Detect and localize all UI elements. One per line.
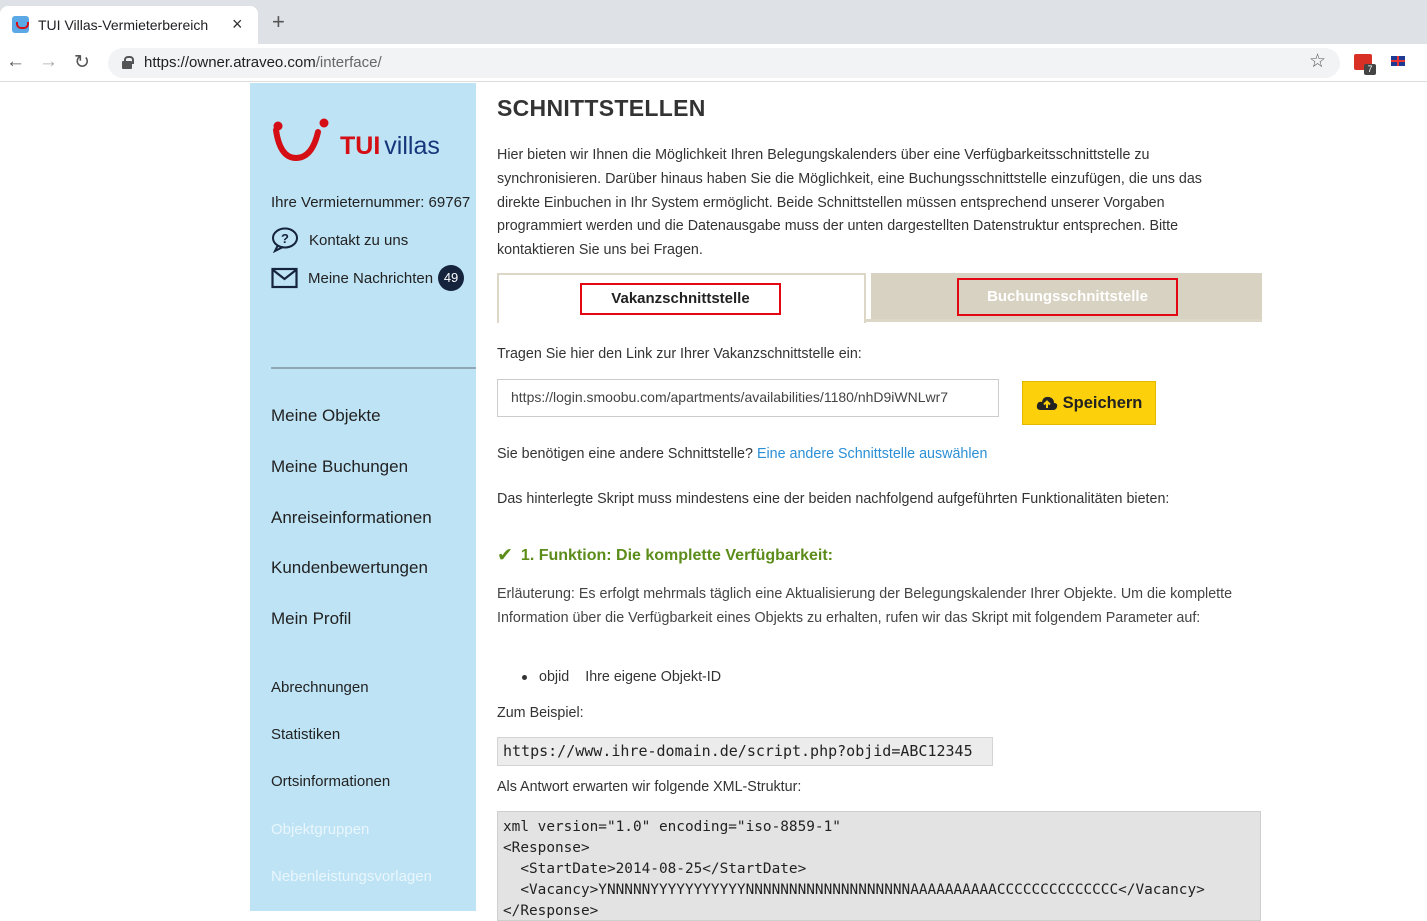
other-interface-link[interactable]: Eine andere Schnittstelle auswählen bbox=[757, 446, 988, 462]
contact-link[interactable]: ? Kontakt zu uns bbox=[271, 227, 408, 253]
sidebar-item-buchungen[interactable]: Meine Buchungen bbox=[271, 457, 408, 477]
tab-underline bbox=[865, 319, 1262, 322]
vacancy-interface-url-input[interactable]: https://login.smoobu.com/apartments/avai… bbox=[497, 379, 999, 417]
tab-buchungsschnittstelle-label[interactable]: Buchungsschnittstelle bbox=[957, 278, 1178, 316]
star-icon[interactable]: ☆ bbox=[1309, 50, 1326, 73]
sidebar-item-statistiken[interactable]: Statistiken bbox=[271, 726, 340, 743]
contact-label: Kontakt zu uns bbox=[309, 231, 409, 249]
logo-tui: TUI bbox=[340, 132, 381, 160]
function-heading-label: 1. Funktion: Die komplette Verfügbarkeit… bbox=[520, 546, 833, 564]
back-arrow-icon[interactable]: ← bbox=[6, 51, 25, 73]
sidebar-item-objekte[interactable]: Meine Objekte bbox=[271, 406, 381, 426]
uk-flag-extension-icon[interactable] bbox=[1391, 56, 1405, 66]
browser-tab[interactable]: TUI Villas-Vermieterbereich × bbox=[0, 6, 258, 44]
extension-icon[interactable]: 7 bbox=[1354, 54, 1376, 75]
sidebar-item-kundenbewertungen[interactable]: Kundenbewertungen bbox=[271, 558, 428, 578]
reload-icon[interactable]: ↻ bbox=[74, 51, 90, 74]
extension-badge: 7 bbox=[1364, 64, 1376, 75]
address-bar[interactable]: https://owner.atraveo.com/interface/ ☆ bbox=[108, 48, 1340, 78]
parameter-description: Ihre eigene Objekt-ID bbox=[585, 669, 722, 685]
sidebar-item-abrechnungen[interactable]: Abrechnungen bbox=[271, 679, 369, 696]
browser-toolbar: ← → ↻ https://owner.atraveo.com/interfac… bbox=[0, 44, 1427, 82]
messages-link[interactable]: Meine Nachrichten 49 bbox=[271, 265, 465, 291]
tui-smile-logo-icon bbox=[273, 118, 329, 162]
new-tab-icon[interactable]: + bbox=[272, 11, 285, 33]
browser-tab-bar: TUI Villas-Vermieterbereich × + bbox=[0, 0, 1427, 44]
save-button[interactable]: Speichern bbox=[1022, 381, 1156, 425]
sidebar-item-profil[interactable]: Mein Profil bbox=[271, 609, 351, 629]
link-field-label: Tragen Sie hier den Link zur Ihrer Vakan… bbox=[497, 346, 862, 362]
close-tab-icon[interactable]: × bbox=[232, 14, 243, 35]
sidebar-divider bbox=[271, 367, 476, 369]
xml-line: xml version="1.0" encoding="iso-8859-1" bbox=[503, 819, 841, 835]
xml-line: <StartDate>2014-08-25</StartDate> bbox=[503, 861, 807, 877]
script-requirement-note: Das hinterlegte Skript muss mindestens e… bbox=[497, 491, 1170, 507]
sidebar: TUI villas Ihre Vermieternummer: 69767 ? … bbox=[250, 83, 476, 911]
question-bubble-icon: ? bbox=[272, 227, 298, 253]
answer-label: Als Antwort erwarten wir folgende XML-St… bbox=[497, 779, 802, 795]
parameter-name: objid bbox=[539, 669, 570, 685]
sidebar-item-anreiseinformationen[interactable]: Anreiseinformationen bbox=[271, 508, 432, 528]
messages-count-badge: 49 bbox=[438, 265, 465, 291]
other-interface-line: Sie benötigen eine andere Schnittstelle?… bbox=[497, 446, 987, 462]
logo-wordmark: TUI villas bbox=[340, 132, 440, 161]
cloud-upload-icon bbox=[1036, 396, 1057, 410]
bullet-dot bbox=[522, 674, 527, 680]
xml-line: </Response> bbox=[503, 903, 599, 919]
url-path: /interface/ bbox=[315, 54, 382, 71]
intro-text: Hier bieten wir Ihnen die Möglichkeit Ih… bbox=[497, 147, 1202, 259]
sidebar-item-objektgruppen: Objektgruppen bbox=[271, 821, 370, 838]
xml-code-block: xml version="1.0" encoding="iso-8859-1" <… bbox=[497, 811, 1261, 921]
messages-label: Meine Nachrichten bbox=[308, 269, 434, 287]
xml-line: <Vacancy>YNNNNNYYYYYYYYYYYNNNNNNNNNNNNNN… bbox=[503, 882, 1205, 898]
sidebar-item-nebenleistungsvorlagen: Nebenleistungsvorlagen bbox=[271, 868, 432, 885]
forward-arrow-icon[interactable]: → bbox=[39, 51, 58, 73]
save-label: Speichern bbox=[1062, 393, 1143, 412]
url-text[interactable]: https://owner.atraveo.com/interface/ bbox=[144, 54, 382, 71]
lock-icon bbox=[122, 56, 134, 69]
xml-line: <Response> bbox=[503, 840, 590, 856]
page-title: SCHNITTSTELLEN bbox=[497, 95, 706, 121]
other-interface-question: Sie benötigen eine andere Schnittstelle? bbox=[497, 446, 753, 462]
parameter-list-item: objid Ihre eigene Objekt-ID bbox=[522, 669, 721, 685]
tui-villas-logo[interactable]: TUI villas bbox=[272, 118, 452, 168]
svg-text:?: ? bbox=[281, 231, 289, 246]
url-host: https://owner.atraveo.com bbox=[144, 54, 316, 71]
logo-villas: villas bbox=[384, 132, 440, 160]
owner-number: Ihre Vermieternummer: 69767 bbox=[271, 194, 471, 211]
envelope-icon bbox=[271, 267, 298, 289]
function-heading: ✔ 1. Funktion: Die komplette Verfügbarke… bbox=[497, 544, 833, 567]
function-explanation: Erläuterung: Es erfolgt mehrmals täglich… bbox=[497, 586, 1233, 626]
example-label: Zum Beispiel: bbox=[497, 705, 584, 721]
tab-vakanzschnittstelle-label[interactable]: Vakanzschnittstelle bbox=[580, 283, 781, 315]
sidebar-item-ortsinformationen[interactable]: Ortsinformationen bbox=[271, 773, 390, 790]
tui-favicon-icon bbox=[12, 16, 29, 33]
tab-title: TUI Villas-Vermieterbereich bbox=[38, 17, 209, 33]
checkmark-icon: ✔ bbox=[497, 545, 513, 566]
example-url-code: https://www.ihre-domain.de/script.php?ob… bbox=[497, 737, 993, 766]
